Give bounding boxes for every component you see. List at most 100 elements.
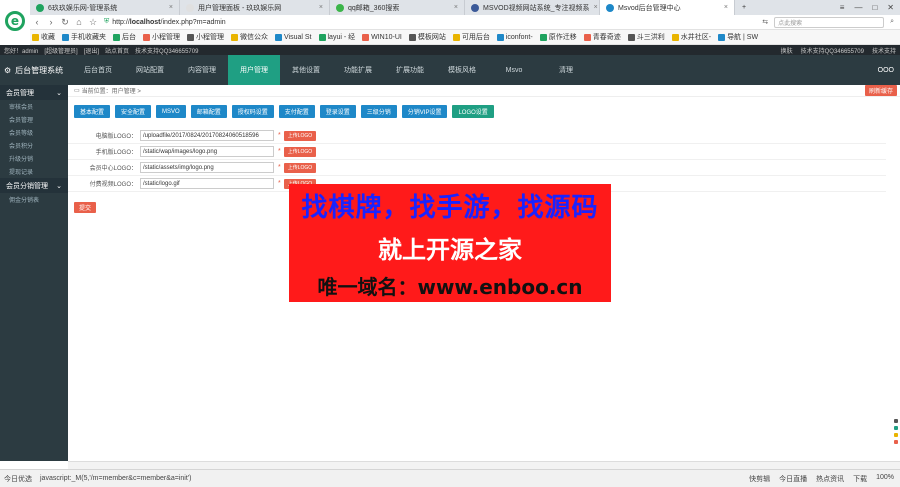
menu-item[interactable]: 清理 xyxy=(540,55,592,85)
bookmark-item[interactable]: 小程管理 xyxy=(187,32,224,42)
tab-label: 用户管理面板 - 玖玖娱乐网 xyxy=(198,4,282,12)
widget-dot-icon[interactable] xyxy=(894,433,898,437)
bookmark-star-icon[interactable]: ☆ xyxy=(86,17,100,28)
submit-button[interactable]: 提交 xyxy=(74,202,97,213)
site-home-link[interactable]: 站点首页 xyxy=(105,46,129,55)
reload-icon[interactable]: ↻ xyxy=(58,17,72,28)
bookmark-item[interactable]: 收藏 xyxy=(32,32,55,42)
sidebar-item[interactable]: 会员等级 xyxy=(0,126,68,139)
settings-tab-button[interactable]: 授权码设置 xyxy=(231,105,274,118)
tab-close-icon[interactable]: × xyxy=(720,4,728,11)
settings-tab-button[interactable]: 登录设置 xyxy=(319,105,356,118)
header-right[interactable]: OOO xyxy=(878,67,900,74)
bookmark-item[interactable]: 青春奇迹 xyxy=(583,32,621,42)
logo-path-input[interactable]: /static/assets/img/logo.png xyxy=(140,162,274,173)
bookmark-item[interactable]: 水井社区- xyxy=(671,32,711,42)
sidebar-item[interactable]: 提现记录 xyxy=(0,165,68,178)
browser-tab[interactable]: Msvod后台管理中心 × xyxy=(600,0,735,15)
sidebar-item[interactable]: 升级分销 xyxy=(0,152,68,165)
sidebar-item[interactable]: 审核会员 xyxy=(0,100,68,113)
status-item[interactable]: 快剪辑 xyxy=(749,474,770,484)
bookmark-item[interactable]: 模板网站 xyxy=(408,32,446,42)
forward-icon[interactable]: › xyxy=(44,17,58,27)
sidebar-group[interactable]: 会员管理 ⌄ xyxy=(0,85,68,100)
menu-item[interactable]: 内容管理 xyxy=(176,55,228,85)
home-icon[interactable]: ⌂ xyxy=(72,17,86,27)
status-item[interactable]: 今日直播 xyxy=(779,474,807,484)
horizontal-scrollbar[interactable] xyxy=(68,461,900,469)
upload-logo-button[interactable]: 上传LOGO xyxy=(283,146,317,157)
support-link[interactable]: 技术支持 xyxy=(872,46,896,55)
bookmark-item[interactable]: Visual St xyxy=(275,33,312,41)
sidebar-item[interactable]: 会员积分 xyxy=(0,139,68,152)
logout-link[interactable]: [退出] xyxy=(84,46,99,55)
browser-tab[interactable]: MSVOD视频网站系统_专注视频系 × xyxy=(465,0,600,15)
widget-dot-icon[interactable] xyxy=(894,440,898,444)
menu-item[interactable]: 扩展功能 xyxy=(384,55,436,85)
minimize-icon[interactable]: — xyxy=(854,3,862,12)
bookmark-item[interactable]: layui - 经 xyxy=(318,32,355,42)
sidebar-group[interactable]: 会员分销管理 ⌄ xyxy=(0,178,68,193)
search-input[interactable]: 点此搜索 xyxy=(774,16,885,28)
sidebar-group-title: 会员分销管理 xyxy=(6,182,48,190)
browser-tab[interactable]: 6玖玖娱乐网-管理系统 × xyxy=(30,0,180,15)
url-field[interactable]: ⛨ http://localhost/index.php?m=admin xyxy=(104,17,624,28)
browser-tab[interactable]: 用户管理面板 - 玖玖娱乐网 × xyxy=(180,0,330,15)
back-icon[interactable]: ‹ xyxy=(30,17,44,27)
menu-item[interactable]: 功能扩展 xyxy=(332,55,384,85)
browser-tab[interactable]: qq邮箱_360搜索 × xyxy=(330,0,465,15)
logo-path-input[interactable]: /static/logo.gif xyxy=(140,178,274,189)
logo-path-input[interactable]: /static/wap/images/logo.png xyxy=(140,146,274,157)
bookmark-item[interactable]: iconfont- xyxy=(496,33,533,41)
tab-close-icon[interactable]: × xyxy=(165,4,173,11)
browser-logo[interactable]: e xyxy=(0,0,30,42)
widget-dot-icon[interactable] xyxy=(894,419,898,423)
tab-close-icon[interactable]: × xyxy=(450,4,458,11)
menu-icon[interactable]: ≡ xyxy=(840,3,845,12)
bookmark-item[interactable]: 手机收藏夹 xyxy=(62,32,106,42)
bookmark-item[interactable]: 小程管理 xyxy=(143,32,180,42)
menu-item[interactable]: 后台首页 xyxy=(72,55,124,85)
bookmark-icon xyxy=(113,33,120,41)
status-left[interactable]: 今日优选 xyxy=(4,474,32,484)
bookmark-item[interactable]: 原作迁移 xyxy=(539,32,577,42)
status-item[interactable]: 下载 xyxy=(853,474,867,484)
logo-path-input[interactable]: /uploadfile/2017/0824/20170824060518596 xyxy=(140,130,274,141)
settings-tab-button[interactable]: 分销VIP设置 xyxy=(401,105,448,118)
sidebar-item[interactable]: 佣金分销表 xyxy=(0,193,68,206)
upload-logo-button[interactable]: 上传LOGO xyxy=(283,130,317,141)
settings-tab-button[interactable]: 邮箱配置 xyxy=(190,105,227,118)
skin-link[interactable]: 换肤 xyxy=(781,46,793,55)
ad-banner[interactable]: 找棋牌，找手游，找源码 就上开源之家 唯一域名：www.enboo.cn xyxy=(289,184,611,302)
menu-item[interactable]: 模板风格 xyxy=(436,55,488,85)
tab-close-icon[interactable]: × xyxy=(590,4,598,11)
share-icon[interactable]: ⇆ xyxy=(762,18,768,26)
search-icon[interactable]: ⌕ xyxy=(890,18,894,26)
settings-tab-button[interactable]: 支付配置 xyxy=(278,105,315,118)
bookmark-item[interactable]: WIN10-UI xyxy=(362,33,402,41)
close-icon[interactable]: ✕ xyxy=(887,3,894,12)
menu-item[interactable]: 网站配置 xyxy=(124,55,176,85)
menu-item[interactable]: 用户管理 xyxy=(228,55,280,85)
maximize-icon[interactable]: □ xyxy=(872,3,877,12)
status-item[interactable]: 热点资讯 xyxy=(816,474,844,484)
bookmark-item[interactable]: 微信公众 xyxy=(231,32,268,42)
upload-logo-button[interactable]: 上传LOGO xyxy=(283,162,317,173)
status-item[interactable]: 100% xyxy=(876,474,894,484)
bookmark-item[interactable]: 导航 | SW xyxy=(718,32,758,42)
bookmark-item[interactable]: 斗三洪利 xyxy=(627,32,665,42)
settings-tab-button[interactable]: LOGO设置 xyxy=(452,105,494,118)
sidebar-item[interactable]: 会员管理 xyxy=(0,113,68,126)
settings-tab-button[interactable]: 基本配置 xyxy=(74,105,111,118)
tab-close-icon[interactable]: × xyxy=(315,4,323,11)
menu-item[interactable]: 其他设置 xyxy=(280,55,332,85)
settings-tab-button[interactable]: MSVO xyxy=(156,105,186,118)
bookmark-item[interactable]: 可用后台 xyxy=(452,32,490,42)
refresh-cache-button[interactable]: 刷新缓存 xyxy=(864,85,897,96)
bookmark-item[interactable]: 后台 xyxy=(113,32,136,42)
settings-tab-button[interactable]: 安全配置 xyxy=(115,105,152,118)
settings-tab-button[interactable]: 三级分销 xyxy=(360,105,397,118)
new-tab-button[interactable]: + xyxy=(735,0,753,15)
menu-item[interactable]: Msvo xyxy=(488,55,540,85)
widget-dot-icon[interactable] xyxy=(894,426,898,430)
